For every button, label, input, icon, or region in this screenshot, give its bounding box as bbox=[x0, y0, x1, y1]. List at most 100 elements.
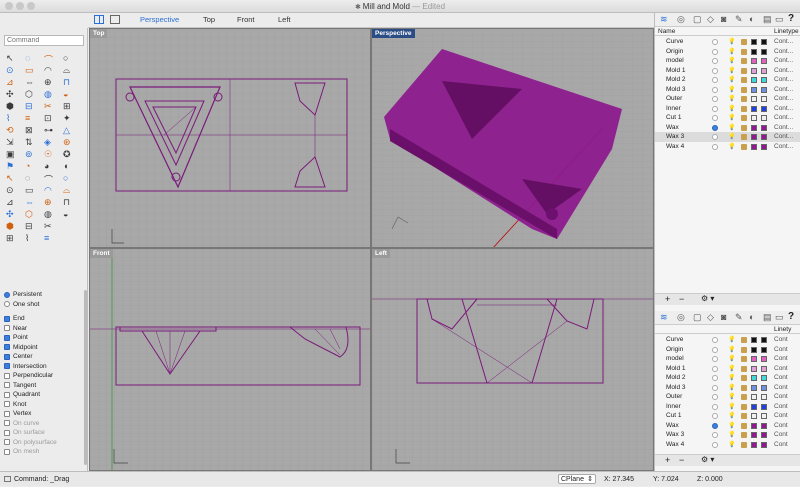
current-layer-indicator[interactable] bbox=[712, 337, 718, 343]
tool-icon[interactable]: ◖ bbox=[63, 161, 75, 173]
layer-color-swatch[interactable] bbox=[751, 403, 757, 410]
current-layer-indicator[interactable] bbox=[712, 58, 718, 64]
layer-color-swatch[interactable] bbox=[751, 143, 757, 150]
lock-icon[interactable] bbox=[741, 403, 747, 410]
lock-icon[interactable] bbox=[741, 77, 747, 83]
layer-row[interactable]: model 💡 Cont... bbox=[655, 56, 800, 66]
osnap-scrollbar[interactable] bbox=[84, 290, 87, 465]
zoom-window-button[interactable] bbox=[27, 2, 35, 10]
layer-row[interactable]: Wax 4 💡 Cont... bbox=[655, 142, 800, 152]
osnap-item[interactable]: Near bbox=[4, 324, 84, 334]
layer-row[interactable]: Wax 💡 Cont... bbox=[655, 123, 800, 133]
layer-row[interactable]: Origin 💡 Cont... bbox=[655, 47, 800, 57]
tab-top[interactable]: Top bbox=[203, 15, 215, 24]
material-swatch[interactable] bbox=[761, 441, 767, 448]
material-swatch[interactable] bbox=[761, 413, 767, 419]
material-swatch[interactable] bbox=[761, 86, 767, 93]
gear-icon[interactable]: ⚙ ▾ bbox=[701, 455, 714, 464]
osnap-item[interactable]: Knot bbox=[4, 400, 84, 410]
remove-layer-button[interactable]: − bbox=[679, 294, 684, 304]
tool-icon[interactable]: ⌒ bbox=[44, 173, 56, 185]
tool-icon[interactable]: ⊠ bbox=[25, 125, 37, 137]
lock-icon[interactable] bbox=[741, 337, 747, 343]
tab-front[interactable]: Front bbox=[237, 15, 255, 24]
tool-icon[interactable]: ⊞ bbox=[6, 233, 18, 245]
current-layer-indicator[interactable] bbox=[712, 441, 718, 448]
current-layer-indicator[interactable] bbox=[712, 432, 718, 438]
tool-icon[interactable]: ⬢ bbox=[6, 101, 18, 113]
column-linetype[interactable]: Linetype bbox=[774, 27, 799, 36]
material-swatch[interactable] bbox=[761, 115, 767, 121]
add-layer-button[interactable]: + bbox=[665, 294, 670, 304]
tool-icon[interactable]: ⊶ bbox=[44, 125, 56, 137]
layer-row[interactable]: Inner 💡 Cont bbox=[655, 402, 800, 412]
current-layer-indicator[interactable] bbox=[712, 115, 718, 121]
layer-color-swatch[interactable] bbox=[751, 337, 757, 343]
tool-icon[interactable]: ⇲ bbox=[6, 137, 18, 149]
tool-icon[interactable]: ⌓ bbox=[63, 185, 75, 197]
lock-icon[interactable] bbox=[741, 346, 747, 353]
osnap-item[interactable]: Tangent bbox=[4, 381, 84, 391]
tool-icon[interactable]: ◒ bbox=[63, 89, 75, 101]
material-swatch[interactable] bbox=[761, 105, 767, 112]
lightbulb-icon[interactable]: 💡 bbox=[728, 143, 735, 153]
tool-icon[interactable]: ✂ bbox=[44, 221, 56, 233]
current-layer-indicator[interactable] bbox=[712, 124, 718, 131]
tool-icon[interactable]: ✣ bbox=[6, 209, 18, 221]
material-swatch[interactable] bbox=[761, 58, 767, 64]
current-layer-indicator[interactable] bbox=[712, 67, 718, 74]
material-swatch[interactable] bbox=[761, 394, 767, 400]
tool-icon[interactable]: ✦ bbox=[63, 113, 75, 125]
monitor-icon[interactable]: ▭ bbox=[775, 14, 784, 25]
osnap-item[interactable]: End bbox=[4, 314, 84, 324]
tool-icon[interactable]: ✂ bbox=[44, 101, 56, 113]
lock-icon[interactable] bbox=[741, 96, 747, 102]
lock-icon[interactable] bbox=[741, 134, 747, 140]
material-swatch[interactable] bbox=[761, 77, 767, 83]
tool-icon[interactable]: ◈ bbox=[44, 137, 56, 149]
tool-icon[interactable]: ◕ bbox=[44, 161, 56, 173]
tool-icon[interactable]: ⊿ bbox=[6, 77, 18, 89]
tool-icon[interactable]: ⊕ bbox=[44, 77, 56, 89]
tool-icon[interactable]: ▣ bbox=[6, 149, 18, 161]
tool-icon[interactable]: ○ bbox=[63, 173, 75, 185]
layer-color-swatch[interactable] bbox=[751, 48, 757, 55]
tool-icon[interactable]: △ bbox=[63, 125, 75, 137]
layer-color-swatch[interactable] bbox=[751, 375, 757, 381]
current-layer-indicator[interactable] bbox=[712, 356, 718, 362]
minimize-window-button[interactable] bbox=[16, 2, 24, 10]
tool-icon[interactable]: ⬢ bbox=[6, 221, 18, 233]
command-history-icon[interactable] bbox=[4, 476, 11, 482]
layer-color-swatch[interactable] bbox=[751, 105, 757, 112]
lock-icon[interactable] bbox=[741, 48, 747, 55]
osnap-item[interactable]: Vertex bbox=[4, 409, 84, 419]
render-icon[interactable]: ✎ bbox=[735, 312, 743, 323]
layer-color-swatch[interactable] bbox=[751, 96, 757, 102]
lock-icon[interactable] bbox=[741, 394, 747, 400]
tool-icon[interactable]: ⇔ bbox=[25, 197, 37, 209]
layer-color-swatch[interactable] bbox=[751, 115, 757, 121]
tool-icon[interactable]: ⚑ bbox=[6, 161, 18, 173]
layer-color-swatch[interactable] bbox=[751, 384, 757, 391]
layer-row[interactable]: Curve 💡 Cont... bbox=[655, 37, 800, 47]
lock-icon[interactable] bbox=[741, 58, 747, 64]
tool-icon[interactable]: ⌇ bbox=[25, 233, 37, 245]
current-layer-indicator[interactable] bbox=[712, 394, 718, 400]
display-icon[interactable]: ▢ bbox=[693, 14, 702, 25]
material-swatch[interactable] bbox=[761, 346, 767, 353]
material-swatch[interactable] bbox=[761, 96, 767, 102]
lock-icon[interactable] bbox=[741, 432, 747, 438]
close-window-button[interactable] bbox=[5, 2, 13, 10]
current-layer-indicator[interactable] bbox=[712, 105, 718, 112]
tool-icon[interactable]: ⊓ bbox=[63, 77, 75, 89]
layer-color-swatch[interactable] bbox=[751, 413, 757, 419]
current-layer-indicator[interactable] bbox=[712, 134, 718, 140]
layer-color-swatch[interactable] bbox=[751, 394, 757, 400]
layer-row[interactable]: Inner 💡 Cont... bbox=[655, 104, 800, 114]
tool-icon[interactable]: ○ bbox=[63, 53, 75, 65]
tool-icon[interactable]: ⊛ bbox=[63, 137, 75, 149]
layer-row[interactable]: Wax 4 💡 Cont bbox=[655, 440, 800, 450]
grid-layout-icon[interactable] bbox=[94, 15, 104, 24]
tool-icon[interactable]: ✣ bbox=[6, 89, 18, 101]
lock-icon[interactable] bbox=[741, 67, 747, 74]
